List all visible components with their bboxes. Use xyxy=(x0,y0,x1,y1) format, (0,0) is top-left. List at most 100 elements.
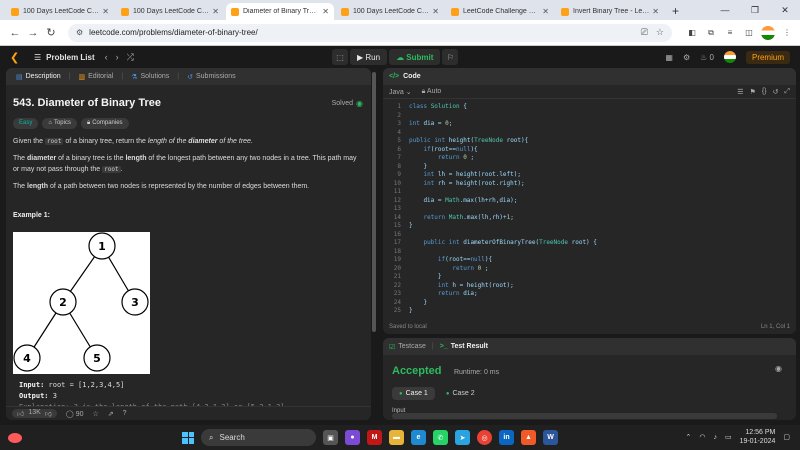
debug-icon[interactable]: ⬚ xyxy=(332,49,348,65)
reset-icon[interactable]: ↺ xyxy=(773,88,779,96)
bookmark-icon[interactable]: ⚑ xyxy=(750,88,756,96)
browser-tab-4[interactable]: 100 Days LeetCode Challe ✕ xyxy=(336,3,444,20)
premium-button[interactable]: Premium xyxy=(745,50,790,64)
kebab-menu-icon[interactable]: ⋮ xyxy=(780,26,794,40)
share-icon[interactable]: ⇗ xyxy=(108,410,114,418)
tab-submissions[interactable]: ↺ Submissions xyxy=(183,73,240,81)
linkedin-icon[interactable]: in xyxy=(499,430,514,445)
maximize-icon[interactable]: ❐ xyxy=(740,5,770,16)
autocomplete-toggle[interactable]: 🔒︎ Auto xyxy=(422,88,442,96)
chevron-up-icon[interactable]: ⌃ xyxy=(685,433,691,441)
tab-solutions[interactable]: ⚗ Solutions xyxy=(127,73,173,81)
browser-tab-3[interactable]: Diameter of Binary Tree - ✕ xyxy=(226,3,334,20)
windows-start-icon[interactable] xyxy=(182,431,194,444)
task-view-icon[interactable]: ▣ xyxy=(323,430,338,445)
companies-badge[interactable]: 🔒︎ Companies xyxy=(80,117,129,129)
help-icon[interactable]: ? xyxy=(123,410,127,417)
run-button[interactable]: ▶ Run xyxy=(350,49,388,65)
puzzle-icon[interactable]: ⧉ xyxy=(704,26,718,40)
leetcode-logo-icon[interactable]: ❮ xyxy=(10,51,22,64)
new-tab-icon[interactable]: + xyxy=(672,4,679,18)
tree-node: 4 xyxy=(13,344,41,372)
flask-icon: ⚗ xyxy=(131,73,138,81)
thumbs-down-icon[interactable]: 👎︎ xyxy=(45,409,52,418)
menu-list-icon[interactable]: ≡ xyxy=(723,26,737,40)
format-icon[interactable]: ☰ xyxy=(737,88,743,96)
tag-icon: ⌂ xyxy=(48,119,52,126)
browser-tab-2[interactable]: 100 Days LeetCode Challe ✕ xyxy=(116,3,224,20)
notes-icon[interactable]: ⚐ xyxy=(442,49,459,65)
case-tab-1[interactable]: ● Case 1 xyxy=(392,387,435,400)
browser-tab-5[interactable]: LeetCode Challenge #226 ✕ xyxy=(446,3,554,20)
like-button[interactable]: 👍︎ 13K 👎︎ xyxy=(12,409,57,418)
close-icon[interactable]: ✕ xyxy=(102,7,109,16)
file-explorer-icon[interactable]: ▬ xyxy=(389,430,404,445)
browser-tab-strip: 100 Days LeetCode Challe ✕ 100 Days LeetC… xyxy=(0,0,800,20)
topics-badge[interactable]: ⌂ Topics xyxy=(42,117,77,129)
eye-icon[interactable]: ◉ xyxy=(775,364,782,373)
wifi-icon[interactable]: ◠ xyxy=(699,433,705,441)
taskbar-search-input[interactable]: ⌕ Search xyxy=(201,429,316,446)
volume-icon[interactable]: ♪ xyxy=(713,434,717,441)
word-icon[interactable]: W xyxy=(543,430,558,445)
tab-editorial[interactable]: ▥ Editorial xyxy=(74,73,117,81)
brave-browser-icon[interactable]: ▲ xyxy=(521,430,536,445)
url-input[interactable]: ⚙ leetcode.com/problems/diameter-of-bina… xyxy=(68,23,672,42)
whatsapp-icon[interactable]: ✆ xyxy=(433,430,448,445)
language-select[interactable]: Java ⌄ xyxy=(389,88,412,96)
back-icon[interactable]: ← xyxy=(6,27,24,39)
next-problem-icon[interactable]: › xyxy=(116,52,119,63)
close-icon[interactable]: ✕ xyxy=(652,7,659,16)
layout-icon[interactable]: ▦ xyxy=(665,53,673,62)
description-scrollbar[interactable] xyxy=(372,72,376,332)
profile-flag-icon[interactable] xyxy=(761,25,775,40)
description-paragraph: The length of a path between two nodes i… xyxy=(13,183,310,190)
close-window-icon[interactable]: ✕ xyxy=(770,5,800,16)
streak-counter[interactable]: ♨ 0 xyxy=(700,53,714,62)
comments-button[interactable]: ◯ 90 xyxy=(66,410,84,418)
chrome-icon[interactable]: ◎ xyxy=(477,430,492,445)
close-icon[interactable]: ✕ xyxy=(542,7,549,16)
shuffle-icon[interactable]: ⤮ xyxy=(127,52,134,63)
tab-code[interactable]: Code xyxy=(403,73,421,80)
problem-list-button[interactable]: ☰ Problem List xyxy=(34,53,95,62)
leetcode-favicon-icon xyxy=(231,7,239,16)
browser-tab-1[interactable]: 100 Days LeetCode Challe ✕ xyxy=(6,3,114,20)
case-tab-2[interactable]: ● Case 2 xyxy=(439,387,482,400)
braces-icon[interactable]: {} xyxy=(762,88,767,96)
telegram-icon[interactable]: ➤ xyxy=(455,430,470,445)
browser-tab-6[interactable]: Invert Binary Tree - LeetC ✕ xyxy=(556,3,664,20)
edge-browser-icon[interactable]: e xyxy=(411,430,426,445)
favorite-star-icon[interactable]: ☆ xyxy=(93,410,99,418)
tree-node: 3 xyxy=(121,288,149,316)
chevron-down-icon: ⌄ xyxy=(405,88,412,96)
close-icon[interactable]: ✕ xyxy=(322,7,329,16)
notifications-icon[interactable]: ▢ xyxy=(783,433,790,441)
close-icon[interactable]: ✕ xyxy=(432,7,439,16)
site-info-icon[interactable]: ⚙ xyxy=(76,28,83,37)
extensions-icon[interactable]: ◧ xyxy=(685,26,699,40)
close-icon[interactable]: ✕ xyxy=(212,7,219,16)
reload-icon[interactable]: ↻ xyxy=(42,26,60,39)
avatar[interactable] xyxy=(723,51,736,63)
fullscreen-icon[interactable]: ⤢ xyxy=(784,88,790,96)
settings-gear-icon[interactable]: ⚙ xyxy=(683,53,690,62)
submit-button[interactable]: ☁ Submit xyxy=(389,49,441,65)
cast-icon[interactable]: ⎚ xyxy=(641,27,648,38)
clock[interactable]: 12:56 PM 19-01-2024 xyxy=(740,428,776,447)
minimize-icon[interactable]: — xyxy=(710,5,740,15)
mcafee-icon[interactable]: M xyxy=(367,430,382,445)
description-panel: ▤ Description | ▥ Editorial | ⚗ Solutions |… xyxy=(6,68,371,420)
code-editor[interactable]: 1 class Solution { 2 3 int dia = 0; 4 5 pub… xyxy=(383,99,796,316)
tab-testcase[interactable]: ☑ Testcase xyxy=(389,343,426,351)
difficulty-badge[interactable]: Easy xyxy=(13,117,39,129)
bookmark-star-icon[interactable]: ☆ xyxy=(656,27,664,38)
battery-icon[interactable]: ▭ xyxy=(725,433,732,441)
weather-icon[interactable] xyxy=(8,432,22,443)
forward-icon[interactable]: → xyxy=(24,27,42,39)
sidebar-icon[interactable]: ◫ xyxy=(742,26,756,40)
prev-problem-icon[interactable]: ‹ xyxy=(105,52,108,63)
chat-app-icon[interactable]: ● xyxy=(345,430,360,445)
tab-description[interactable]: ▤ Description xyxy=(12,73,65,81)
tab-test-result[interactable]: >_ Test Result xyxy=(440,343,488,350)
